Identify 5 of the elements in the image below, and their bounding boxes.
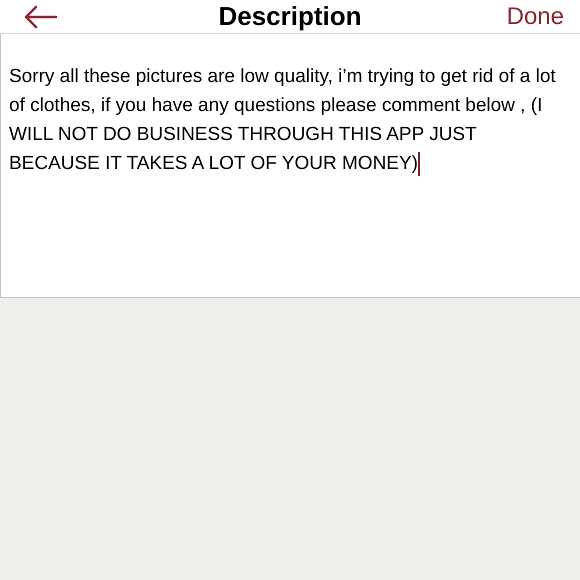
- done-button[interactable]: Done: [506, 0, 564, 34]
- text-cursor: [418, 152, 420, 176]
- back-arrow-icon[interactable]: [24, 4, 58, 28]
- description-field[interactable]: Sorry all these pictures are low quality, i’m trying to get rid of a lot of clothes, if you have any questions please comment below , (I WILL NOT DO BUSINESS THROUGH THIS APP JUST BECAUSE IT TAKES A LOT OF YOUR MONEY): [0, 34, 580, 298]
- page-title: Description: [218, 0, 362, 33]
